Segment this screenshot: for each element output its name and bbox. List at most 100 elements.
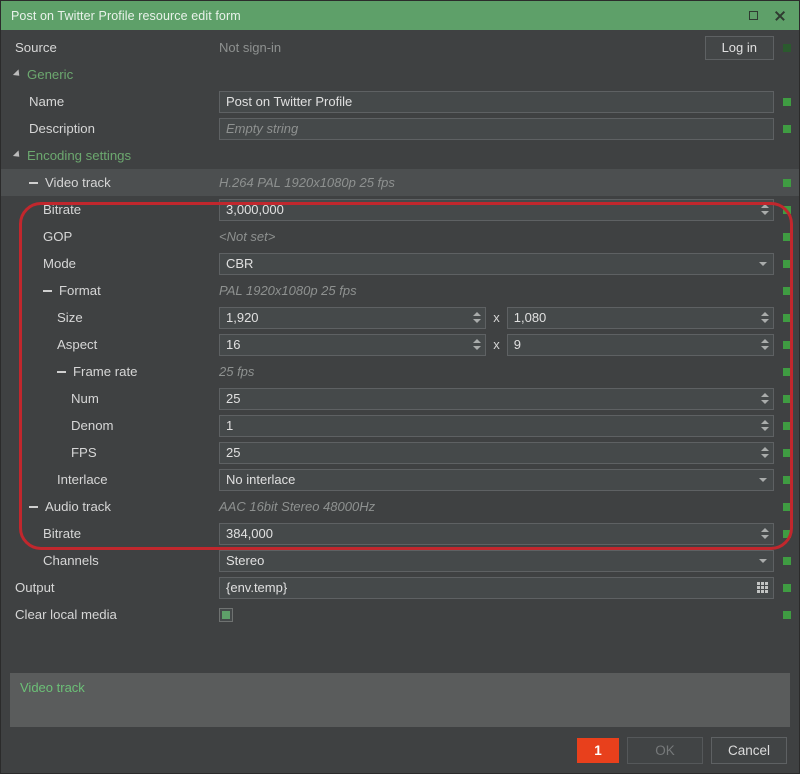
stepper-up-icon[interactable] — [760, 393, 769, 397]
collapse-minus-icon[interactable] — [29, 505, 38, 508]
stepper-spinner[interactable] — [758, 390, 771, 408]
format-label-cell: Format — [1, 277, 219, 304]
stepper-spinner[interactable] — [758, 309, 771, 327]
ok-button[interactable]: OK — [627, 736, 703, 764]
video-bitrate-label: Bitrate — [43, 202, 82, 217]
audio-track-label-cell: Audio track — [1, 493, 219, 520]
fps-input[interactable]: 25 — [219, 441, 774, 464]
clear-local-media-checkbox[interactable] — [219, 607, 233, 622]
row-audio-track[interactable]: Audio track AAC 16bit Stereo 48000Hz — [1, 493, 799, 520]
expander-triangle-icon[interactable] — [12, 149, 23, 160]
aspect-label-cell: Aspect — [1, 331, 219, 358]
size-width-input[interactable]: 1,920 — [219, 306, 487, 329]
source-status-text: Not sign-in — [219, 40, 282, 55]
video-bitrate-input[interactable]: 3,000,000 — [219, 198, 774, 221]
error-count-badge[interactable]: 1 — [577, 737, 619, 763]
row-frame-rate[interactable]: Frame rate 25 fps — [1, 358, 799, 385]
description-input[interactable]: Empty string — [219, 117, 774, 140]
denom-label-cell: Denom — [1, 412, 219, 439]
audio-track-summary: AAC 16bit Stereo 48000Hz — [219, 499, 376, 514]
chevron-down-icon[interactable] — [759, 477, 767, 482]
channels-dropdown[interactable]: Stereo — [219, 549, 774, 572]
audio-bitrate-value: 384,000 — [226, 525, 273, 541]
num-input[interactable]: 25 — [219, 387, 774, 410]
stepper-down-icon[interactable] — [760, 319, 769, 323]
expander-triangle-icon[interactable] — [12, 68, 23, 79]
stepper-spinner[interactable] — [758, 525, 771, 543]
output-input[interactable]: {env.temp} — [219, 576, 774, 599]
row-clear-local-media: Clear local media — [1, 601, 799, 628]
video-bitrate-value-cell: 3,000,000 — [219, 196, 799, 223]
mode-dropdown[interactable]: CBR — [219, 252, 774, 275]
aspect-num-input[interactable]: 16 — [219, 333, 487, 356]
window-titlebar: Post on Twitter Profile resource edit fo… — [1, 1, 799, 30]
num-label: Num — [71, 391, 99, 406]
output-value-cell: {env.temp} — [219, 574, 799, 601]
encoding-label-cell: Encoding settings — [1, 142, 219, 169]
interlace-dropdown[interactable]: No interlace — [219, 468, 774, 491]
cancel-button[interactable]: Cancel — [711, 736, 787, 764]
stepper-up-icon[interactable] — [760, 204, 769, 208]
stepper-down-icon[interactable] — [760, 535, 769, 539]
chevron-down-icon[interactable] — [759, 558, 767, 563]
grid-browse-icon[interactable] — [757, 582, 768, 593]
stepper-up-icon[interactable] — [760, 312, 769, 316]
row-source: Source Not sign-in Log in — [1, 34, 799, 61]
collapse-minus-icon[interactable] — [29, 181, 38, 184]
chevron-down-icon[interactable] — [759, 261, 767, 266]
status-indicator — [783, 502, 791, 511]
output-value: {env.temp} — [226, 579, 288, 595]
row-size: Size 1,920 x 1,080 — [1, 304, 799, 331]
size-height-input[interactable]: 1,080 — [506, 306, 774, 329]
status-indicator — [783, 259, 791, 268]
stepper-down-icon[interactable] — [472, 319, 481, 323]
stepper-down-icon[interactable] — [760, 454, 769, 458]
aspect-den-input[interactable]: 9 — [506, 333, 774, 356]
name-input[interactable]: Post on Twitter Profile — [219, 90, 774, 113]
window-title: Post on Twitter Profile resource edit fo… — [11, 8, 241, 23]
gop-label-cell: GOP — [1, 223, 219, 250]
collapse-minus-icon[interactable] — [43, 289, 52, 292]
stepper-up-icon[interactable] — [760, 447, 769, 451]
stepper-spinner[interactable] — [758, 201, 771, 219]
generic-group-label: Generic — [27, 67, 74, 82]
row-output: Output {env.temp} — [1, 574, 799, 601]
row-format[interactable]: Format PAL 1920x1080p 25 fps — [1, 277, 799, 304]
stepper-spinner[interactable] — [758, 336, 771, 354]
stepper-down-icon[interactable] — [472, 346, 481, 350]
stepper-down-icon[interactable] — [760, 211, 769, 215]
stepper-spinner[interactable] — [758, 417, 771, 435]
row-encoding-settings-group[interactable]: Encoding settings — [1, 142, 799, 169]
status-indicator — [783, 124, 791, 133]
status-indicator — [783, 205, 791, 214]
video-track-label: Video track — [45, 175, 111, 190]
size-label: Size — [57, 310, 83, 325]
message-text: Video track — [20, 680, 85, 695]
stepper-up-icon[interactable] — [760, 339, 769, 343]
stepper-up-icon[interactable] — [760, 420, 769, 424]
size-value-cell: 1,920 x 1,080 — [219, 304, 799, 331]
stepper-up-icon[interactable] — [472, 339, 481, 343]
audio-bitrate-label-cell: Bitrate — [1, 520, 219, 547]
stepper-down-icon[interactable] — [760, 346, 769, 350]
denom-input[interactable]: 1 — [219, 414, 774, 437]
stepper-up-icon[interactable] — [472, 312, 481, 316]
row-generic-group[interactable]: Generic — [1, 61, 799, 88]
stepper-down-icon[interactable] — [760, 427, 769, 431]
stepper-spinner[interactable] — [758, 444, 771, 462]
row-fps: FPS 25 — [1, 439, 799, 466]
close-button[interactable] — [771, 8, 787, 24]
row-video-track[interactable]: Video track H.264 PAL 1920x1080p 25 fps — [1, 169, 799, 196]
audio-bitrate-input[interactable]: 384,000 — [219, 522, 774, 545]
stepper-spinner[interactable] — [470, 309, 483, 327]
clear-local-media-label-cell: Clear local media — [1, 601, 219, 628]
stepper-spinner[interactable] — [470, 336, 483, 354]
channels-label: Channels — [43, 553, 99, 568]
stepper-up-icon[interactable] — [760, 528, 769, 532]
collapse-minus-icon[interactable] — [57, 370, 66, 373]
output-label: Output — [15, 580, 55, 595]
log-in-button[interactable]: Log in — [704, 35, 774, 60]
size-height-value: 1,080 — [513, 309, 547, 325]
maximize-button[interactable] — [745, 8, 761, 24]
stepper-down-icon[interactable] — [760, 400, 769, 404]
